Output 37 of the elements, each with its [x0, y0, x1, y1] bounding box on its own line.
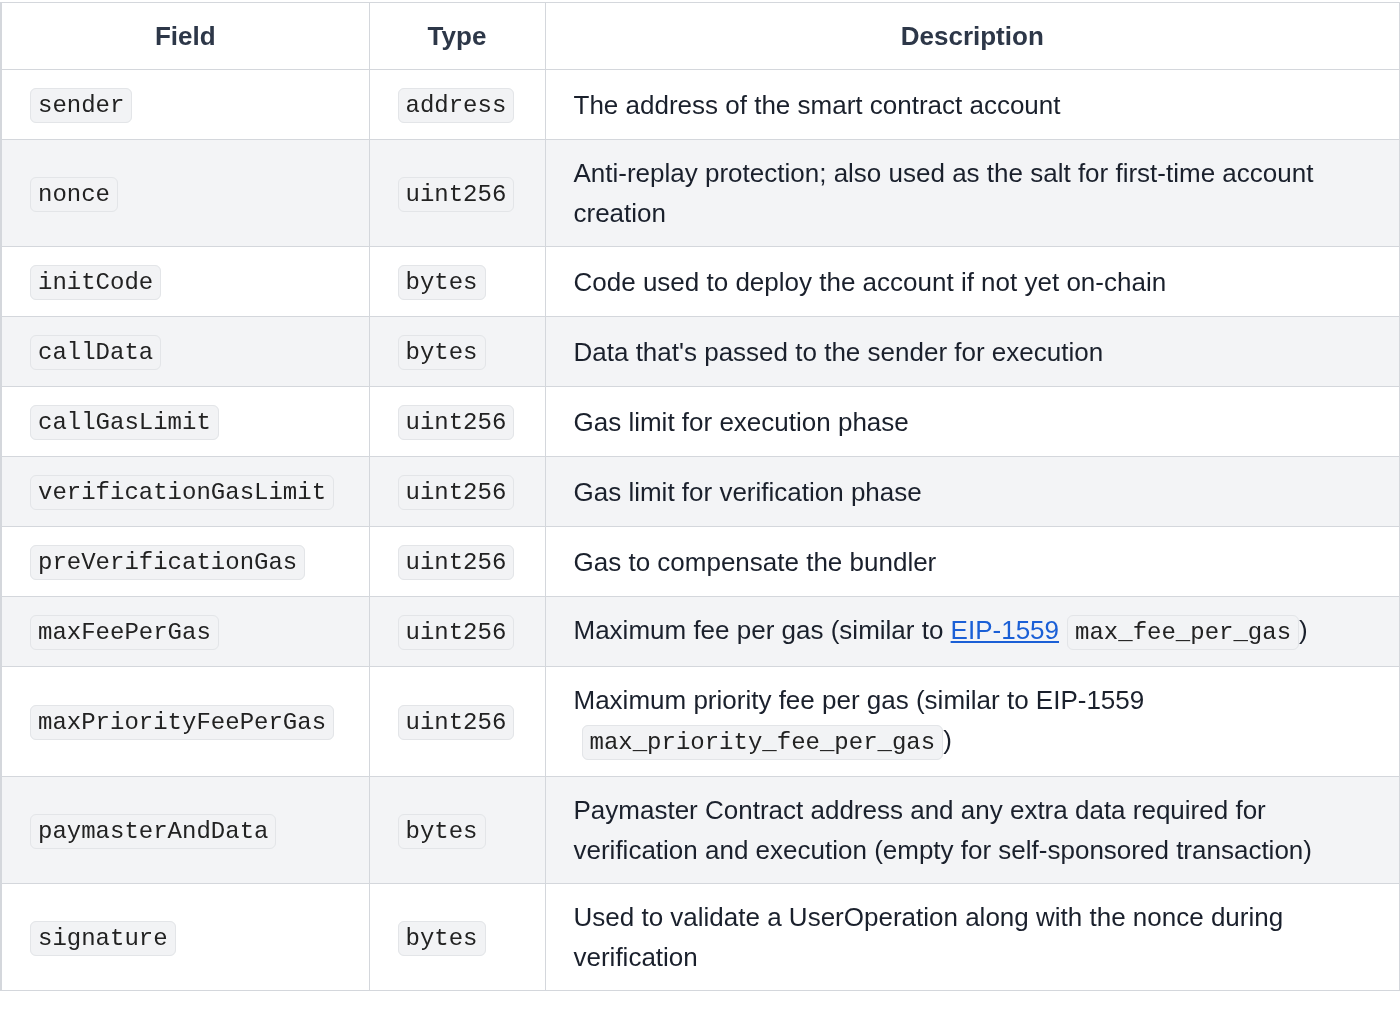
- type-name: bytes: [397, 920, 486, 956]
- description-text: Code used to deploy the account if not yet on-chain: [573, 266, 1167, 297]
- type-name: uint256: [397, 545, 515, 580]
- description-text: Paymaster Contract address and any extra data required for verification and execution (empty for self-sponsored transaction): [573, 795, 1312, 865]
- inline-code: max_fee_per_gas: [1067, 615, 1300, 650]
- field-name: preVerificationGas: [30, 545, 306, 580]
- inline-code: max_priority_fee_per_gas: [581, 725, 944, 760]
- description-text: Gas to compensate the bundler: [573, 546, 937, 577]
- type-name: uint256: [397, 475, 515, 510]
- field-name: maxFeePerGas: [30, 615, 219, 650]
- field-name: initCode: [30, 265, 162, 300]
- type-name: bytes: [397, 813, 486, 849]
- description-text: The address of the smart contract account: [573, 89, 1061, 120]
- description-text: Used to validate a UserOperation along with the nonce during verification: [573, 902, 1284, 972]
- field-name: sender: [30, 88, 133, 123]
- field-name: maxPriorityFeePerGas: [30, 705, 335, 740]
- field-name: signature: [30, 920, 176, 956]
- type-name: uint256: [397, 705, 515, 740]
- field-name: nonce: [30, 176, 118, 212]
- type-name: uint256: [397, 405, 515, 440]
- description-text: Anti-replay protection; also used as the salt for first-time account creation: [573, 158, 1314, 228]
- field-name: callData: [30, 335, 162, 370]
- column-header: Field: [1, 2, 369, 70]
- type-name: uint256: [397, 615, 515, 650]
- field-name: verificationGasLimit: [30, 475, 335, 510]
- column-header: Description: [545, 2, 1400, 70]
- type-name: bytes: [397, 335, 486, 370]
- type-name: bytes: [397, 265, 486, 300]
- field-name: paymasterAndData: [30, 813, 277, 849]
- description-text: Gas limit for execution phase: [573, 406, 909, 437]
- description-text: Data that's passed to the sender for execution: [573, 336, 1104, 367]
- field-name: callGasLimit: [30, 405, 219, 440]
- type-name: address: [397, 88, 515, 123]
- type-name: uint256: [397, 176, 515, 212]
- description-text: Gas limit for verification phase: [573, 476, 922, 507]
- link[interactable]: EIP-1559: [950, 615, 1059, 645]
- column-header: Type: [369, 2, 545, 70]
